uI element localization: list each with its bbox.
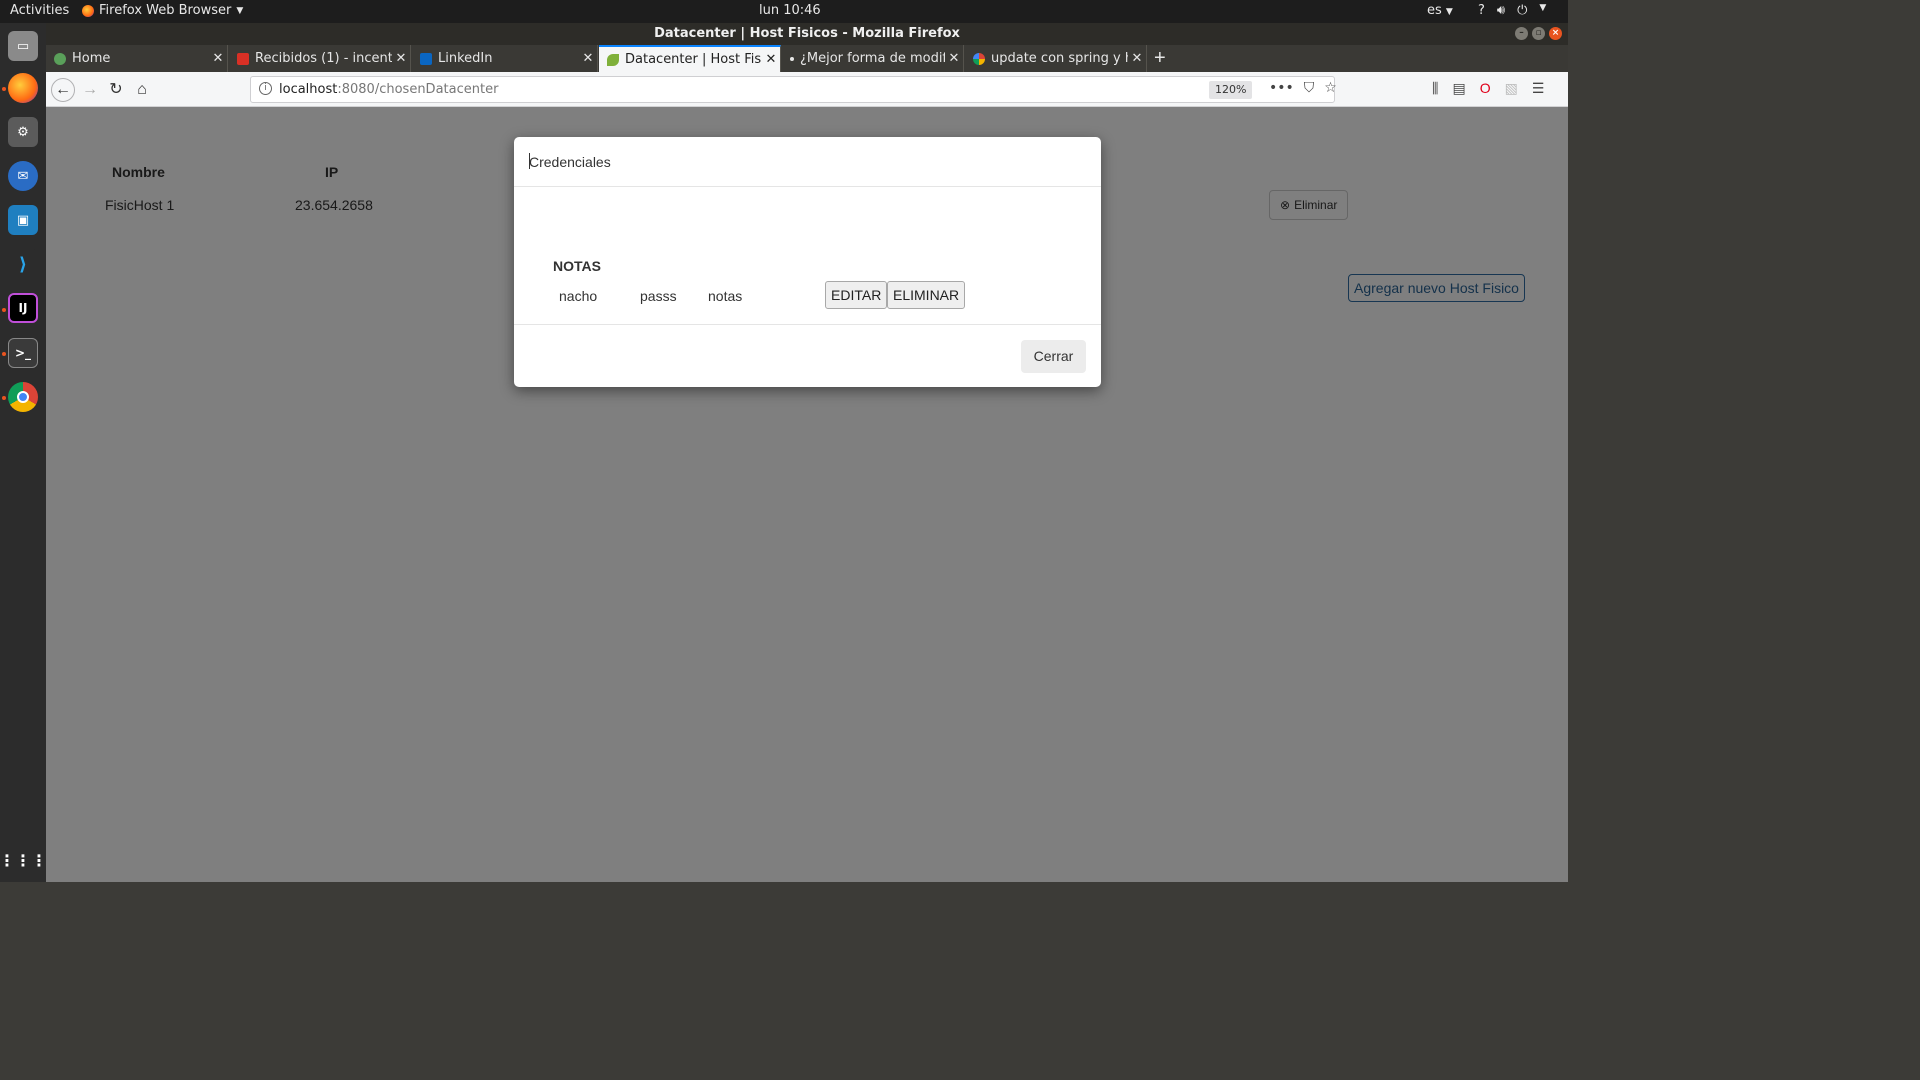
gnome-top-bar: Activities Firefox Web Browser ▼ lun 10:… [0,0,1568,23]
app-menu-label: Firefox Web Browser [99,3,232,18]
library-icon[interactable]: ⫼ [1432,80,1438,97]
tab-label: ¿Mejor forma de modific [800,51,945,66]
activities-button[interactable]: Activities [10,3,69,18]
menu-icon[interactable]: ☰ [1532,80,1545,97]
ubuntu-dock: ▭ ⚙ ✉ ▣ ⟩ IJ >_ ⋮⋮⋮ [0,23,47,882]
tab-gmail[interactable]: Recibidos (1) - incentivat ✕ [229,45,411,72]
firefox-icon [82,4,94,17]
intellij-icon[interactable]: IJ [8,293,38,323]
minimize-button[interactable]: – [1515,27,1528,40]
text-cursor [529,153,530,169]
note-password-cell: passs [640,288,677,304]
spring-leaf-favicon-icon [607,53,619,66]
pocket-icon[interactable]: ⛉ [1304,80,1315,96]
back-button[interactable]: ← [51,78,75,102]
info-icon[interactable]: i [259,82,272,95]
toolbar-right: ⫼ ▤ O ▧ ☰ [1432,80,1544,97]
gmail-favicon-icon [237,52,249,65]
close-tab-icon[interactable]: ✕ [392,51,410,66]
settings-icon[interactable]: ⚙ [8,117,38,147]
tab-label: update con spring y hibe [991,51,1128,66]
navigation-toolbar: ← → ↻ ⌂ i localhost:8080/chosenDatacente… [46,72,1568,107]
remote-desktop-icon[interactable]: ▣ [8,205,38,235]
firefox-icon[interactable] [8,73,38,103]
tab-home[interactable]: Home ✕ [46,45,228,72]
files-icon[interactable]: ▭ [8,31,38,61]
extension-icon[interactable]: ▧ [1505,80,1518,97]
power-icon: ⏻ [1517,3,1528,18]
tab-label: Recibidos (1) - incentivat [255,51,392,66]
close-tab-icon[interactable]: ✕ [1128,51,1146,66]
close-modal-button[interactable]: Cerrar [1021,340,1086,373]
window-title-bar: Datacenter | Host Fisicos - Mozilla Fire… [46,23,1568,45]
maximize-button[interactable]: ▫ [1532,27,1545,40]
running-indicator [2,308,6,312]
language-label: es [1427,3,1442,18]
tab-bar: Home ✕ Recibidos (1) - incentivat ✕ Link… [46,45,1568,72]
tab-datacenter[interactable]: Datacenter | Host Fisicos ✕ [599,45,781,72]
running-indicator [2,352,6,356]
close-window-button[interactable]: × [1549,27,1562,40]
forward-button[interactable]: → [78,78,102,102]
google-favicon-icon [973,52,985,65]
network-icon: ? [1478,3,1485,18]
chevron-down-icon: ▼ [1445,7,1453,17]
url-bar[interactable]: i localhost:8080/chosenDatacenter 120% •… [250,76,1337,103]
notes-heading: NOTAS [553,258,601,274]
terminal-icon[interactable]: >_ [8,338,38,368]
chevron-down-icon: ▼ [236,5,244,16]
zoom-level-badge[interactable]: 120% [1209,81,1253,99]
tab-label: Datacenter | Host Fisicos [625,52,762,67]
language-indicator[interactable]: es ▼ [1427,3,1453,18]
vscode-icon[interactable]: ⟩ [8,249,38,279]
reload-button[interactable]: ↻ [104,78,128,102]
url-host: localhost [279,82,338,97]
thunderbird-icon[interactable]: ✉ [8,161,38,191]
dot-favicon-icon [790,56,794,61]
close-tab-icon[interactable]: ✕ [209,51,227,66]
app-menu[interactable]: Firefox Web Browser ▼ [82,3,243,18]
opera-extension-icon[interactable]: O [1480,80,1491,97]
linkedin-favicon-icon [420,52,432,65]
system-menu[interactable]: ? 🔊︎ ⏻ ▼ [1478,3,1546,18]
url-text[interactable]: localhost:8080/chosenDatacenter [279,82,498,97]
close-tab-icon[interactable]: ✕ [945,51,963,66]
chevron-down-icon: ▼ [1539,3,1547,13]
running-indicator [2,87,6,91]
page-actions-icon[interactable]: ••• [1269,80,1294,96]
sidebar-icon[interactable]: ▤ [1452,80,1465,97]
window-title: Datacenter | Host Fisicos - Mozilla Fire… [654,26,960,41]
close-tab-icon[interactable]: ✕ [579,51,597,66]
edit-note-button[interactable]: EDITAR [825,281,888,309]
tab-stackoverflow[interactable]: ¿Mejor forma de modific ✕ [782,45,964,72]
tab-label: Home [72,51,111,66]
running-indicator [2,396,6,400]
modal-header: Credenciales [514,137,1101,187]
volume-icon: 🔊︎ [1496,3,1506,18]
note-text-cell: notas [708,288,743,304]
bookmark-star-icon[interactable]: ☆ [1324,80,1337,96]
window-controls: – ▫ × [1515,27,1562,40]
new-tab-button[interactable]: + [1154,48,1166,68]
delete-note-button[interactable]: ELIMINAR [887,281,966,309]
close-tab-icon[interactable]: ✕ [762,52,780,67]
clock[interactable]: lun 10:46 [759,3,821,18]
home-favicon-icon [54,52,66,65]
modal-title: Credenciales [529,154,611,170]
tab-linkedin[interactable]: LinkedIn ✕ [412,45,598,72]
show-applications-icon[interactable]: ⋮⋮⋮ [0,845,47,875]
chrome-icon[interactable] [8,382,38,412]
url-actions: ••• ⛉ ☆ [1269,80,1337,96]
modal-footer: Cerrar [514,324,1101,387]
credentials-modal: Credenciales NOTAS nacho passs notas EDI… [514,137,1101,387]
note-user-cell: nacho [559,288,598,304]
tab-label: LinkedIn [438,51,493,66]
url-path: :8080/chosenDatacenter [337,82,499,97]
home-button[interactable]: ⌂ [130,78,154,102]
tab-google-search[interactable]: update con spring y hibe ✕ [965,45,1147,72]
